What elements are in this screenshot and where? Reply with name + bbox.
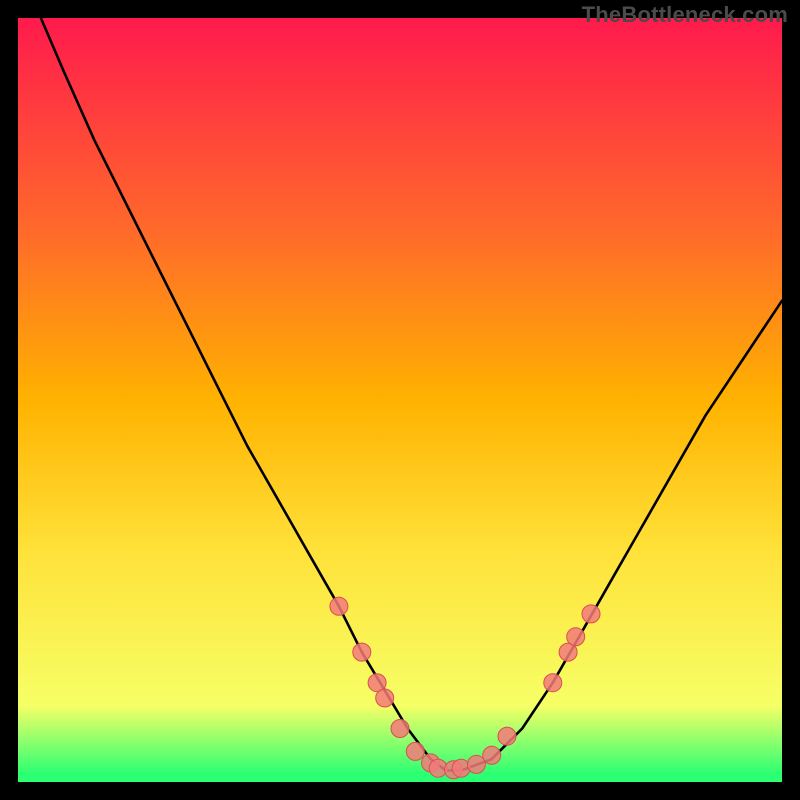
data-point xyxy=(330,597,348,615)
data-point xyxy=(567,628,585,646)
gradient-background xyxy=(18,18,782,782)
data-point xyxy=(353,643,371,661)
data-point xyxy=(544,674,562,692)
data-point xyxy=(498,727,516,745)
data-point xyxy=(582,605,600,623)
data-point xyxy=(376,689,394,707)
data-point xyxy=(391,720,409,738)
data-point xyxy=(483,746,501,764)
chart-svg xyxy=(18,18,782,782)
watermark-text: TheBottleneck.com xyxy=(582,2,788,28)
data-point xyxy=(406,742,424,760)
bottleneck-chart xyxy=(18,18,782,782)
